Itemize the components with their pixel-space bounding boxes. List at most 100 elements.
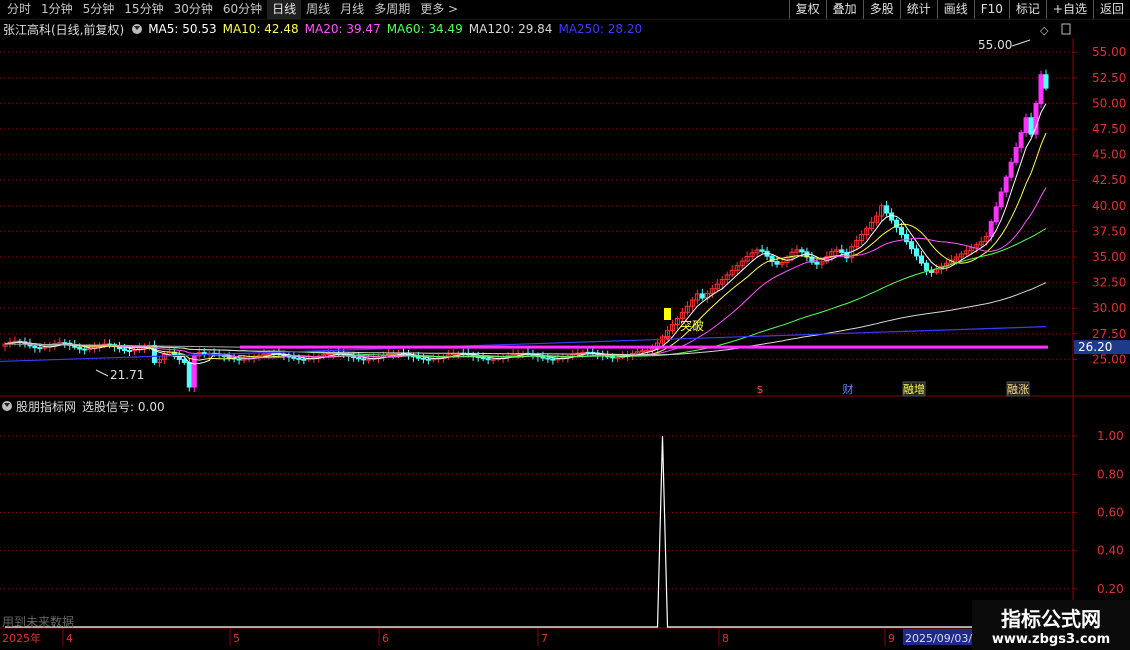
x-label-7: 2025/09/03/	[905, 632, 972, 645]
candle-body-129	[645, 349, 651, 352]
candle-body-199	[993, 206, 999, 223]
main-tick-label-6: 40.00	[1092, 199, 1126, 213]
candle-body-38	[191, 355, 197, 388]
event-label-1: 财	[843, 382, 854, 396]
candle-body-205	[1023, 117, 1029, 134]
candle-body-70	[351, 355, 357, 359]
main-tick-label-3: 32.50	[1092, 276, 1126, 290]
ma-legend-item-3: MA60: 34.49	[386, 22, 463, 36]
period-tab-9[interactable]: 多周期	[369, 0, 415, 19]
future-data-note: 用到未来数据	[2, 615, 75, 629]
ind-tick-label-0: 0.20	[1097, 582, 1124, 596]
period-tab-1[interactable]: 1分钟	[36, 0, 78, 19]
signal-line	[5, 436, 1036, 628]
stock-title: 张江高科(日线,前复权)	[3, 22, 125, 37]
ma5-line	[4, 103, 1047, 365]
candle-body-182	[909, 241, 915, 250]
candle-body-83	[415, 356, 421, 359]
candle-body-71	[356, 357, 362, 360]
period-tab-5[interactable]: 60分钟	[218, 0, 267, 19]
ma-legend: MA5: 50.53 MA10: 42.48 MA20: 39.47 MA60: 34…	[148, 22, 648, 36]
candle-body-122	[610, 356, 616, 359]
x-label-6: 9	[888, 632, 895, 645]
candle-body-206	[1028, 117, 1034, 135]
event-label-3: 融涨	[1007, 383, 1029, 396]
candle-body-183	[913, 248, 919, 257]
indicator-signal-value: 选股信号: 0.00	[82, 399, 165, 414]
main-chart-header: 张江高科(日线,前复权) MA5: 50.53 MA10: 42.48 MA20: …	[0, 20, 654, 38]
ma-legend-item-2: MA20: 39.47	[304, 22, 381, 36]
main-tick-label-2: 30.00	[1092, 301, 1126, 315]
toolbar-button-4[interactable]: 画线	[936, 0, 974, 19]
diamond-icon: ◇	[1040, 24, 1049, 37]
ind-tick-label-3: 0.80	[1097, 467, 1124, 481]
toolbar-button-6[interactable]: 标记	[1008, 0, 1046, 19]
candle-body-53	[266, 352, 272, 355]
candle-body-152	[759, 249, 765, 252]
breakout-down-arrow	[664, 336, 671, 341]
period-tab-2[interactable]: 5分钟	[78, 0, 120, 19]
candle-body-47	[236, 358, 242, 361]
period-tab-10[interactable]: 更多 >	[415, 0, 463, 19]
candle-body-160	[799, 249, 805, 253]
toolbar-button-2[interactable]: 多股	[862, 0, 900, 19]
candle-body-109	[545, 357, 551, 360]
candle-body-198	[988, 221, 994, 238]
indicator-header: 股朋指标网 选股信号: 0.00	[0, 397, 165, 415]
period-tab-3[interactable]: 15分钟	[119, 0, 168, 19]
settings-dropdown-icon[interactable]	[132, 24, 143, 34]
toolbar-button-1[interactable]: 叠加	[825, 0, 863, 19]
candle-body-204	[1018, 132, 1024, 148]
panel-toggle-icon	[1061, 23, 1071, 35]
period-tab-0[interactable]: 分时	[2, 0, 36, 19]
toolbar-buttons: 复权 叠加 多股 统计 画线 F10 标记 +自选 返回	[788, 0, 1130, 19]
ma-legend-item-0: MA5: 50.53	[148, 22, 217, 36]
main-tick-label-9: 47.50	[1092, 122, 1126, 136]
candle-body-26	[132, 349, 138, 352]
candle-body-123	[615, 356, 621, 359]
candle-body-7	[37, 347, 43, 350]
ind-tick-label-2: 0.60	[1097, 505, 1124, 519]
candle-body-78	[391, 352, 397, 355]
high-arrow	[1011, 39, 1031, 47]
indicator-dropdown-icon[interactable]	[2, 401, 12, 411]
ind-tick-label-1: 0.40	[1097, 544, 1124, 558]
candle-body-202	[1008, 161, 1014, 178]
main-tick-label-4: 35.00	[1092, 250, 1126, 264]
breakout-label: 突破	[680, 318, 704, 333]
main-tick-label-0: 25.00	[1092, 352, 1126, 366]
period-tab-6[interactable]: 日线	[267, 0, 302, 19]
candle-body-59	[296, 357, 302, 360]
period-tabs: 分时 1分钟 5分钟 15分钟 30分钟 60分钟 日线 周线 月线 多周期 更多 >	[2, 0, 463, 19]
candle-body-208	[1038, 74, 1044, 104]
toolbar-button-5[interactable]: F10	[973, 0, 1009, 19]
main-tick-label-10: 50.00	[1092, 96, 1126, 110]
candle-body-25	[127, 349, 133, 352]
candle-body-110	[550, 358, 556, 361]
indicator-name: 股朋指标网	[16, 399, 77, 414]
event-label-2: 融增	[903, 382, 925, 396]
candle-body-168	[839, 249, 845, 253]
toolbar-button-0[interactable]: 复权	[788, 0, 826, 19]
period-tab-8[interactable]: 月线	[335, 0, 369, 19]
main-tick-label-5: 37.50	[1092, 224, 1126, 238]
chart-canvas: 25.00 27.50 30.00 32.50 35.00 37.50 40.00 42.50…	[0, 23, 1130, 646]
main-tick-label-1: 27.50	[1092, 327, 1126, 341]
period-tab-4[interactable]: 30分钟	[169, 0, 218, 19]
toolbar-button-3[interactable]: 统计	[899, 0, 937, 19]
candle-body-177	[884, 205, 890, 214]
toolbar-button-8[interactable]: 返回	[1092, 0, 1130, 19]
toolbar-button-7[interactable]: +自选	[1045, 0, 1093, 19]
candle-body-180	[899, 226, 905, 235]
candle-body-155	[774, 261, 780, 265]
period-tab-7[interactable]: 周线	[301, 0, 335, 19]
candle-body-36	[181, 359, 187, 363]
low-price-label: 21.71	[110, 368, 144, 382]
candle-body-98	[490, 358, 496, 361]
candle-body-163	[814, 261, 820, 265]
candle-body-181	[904, 233, 910, 243]
candle-body-185	[923, 262, 929, 271]
watermark-title: 指标公式网	[1001, 607, 1101, 631]
price-tag-label: 26.20	[1078, 340, 1112, 354]
x-label-0: 2025年	[2, 631, 41, 645]
